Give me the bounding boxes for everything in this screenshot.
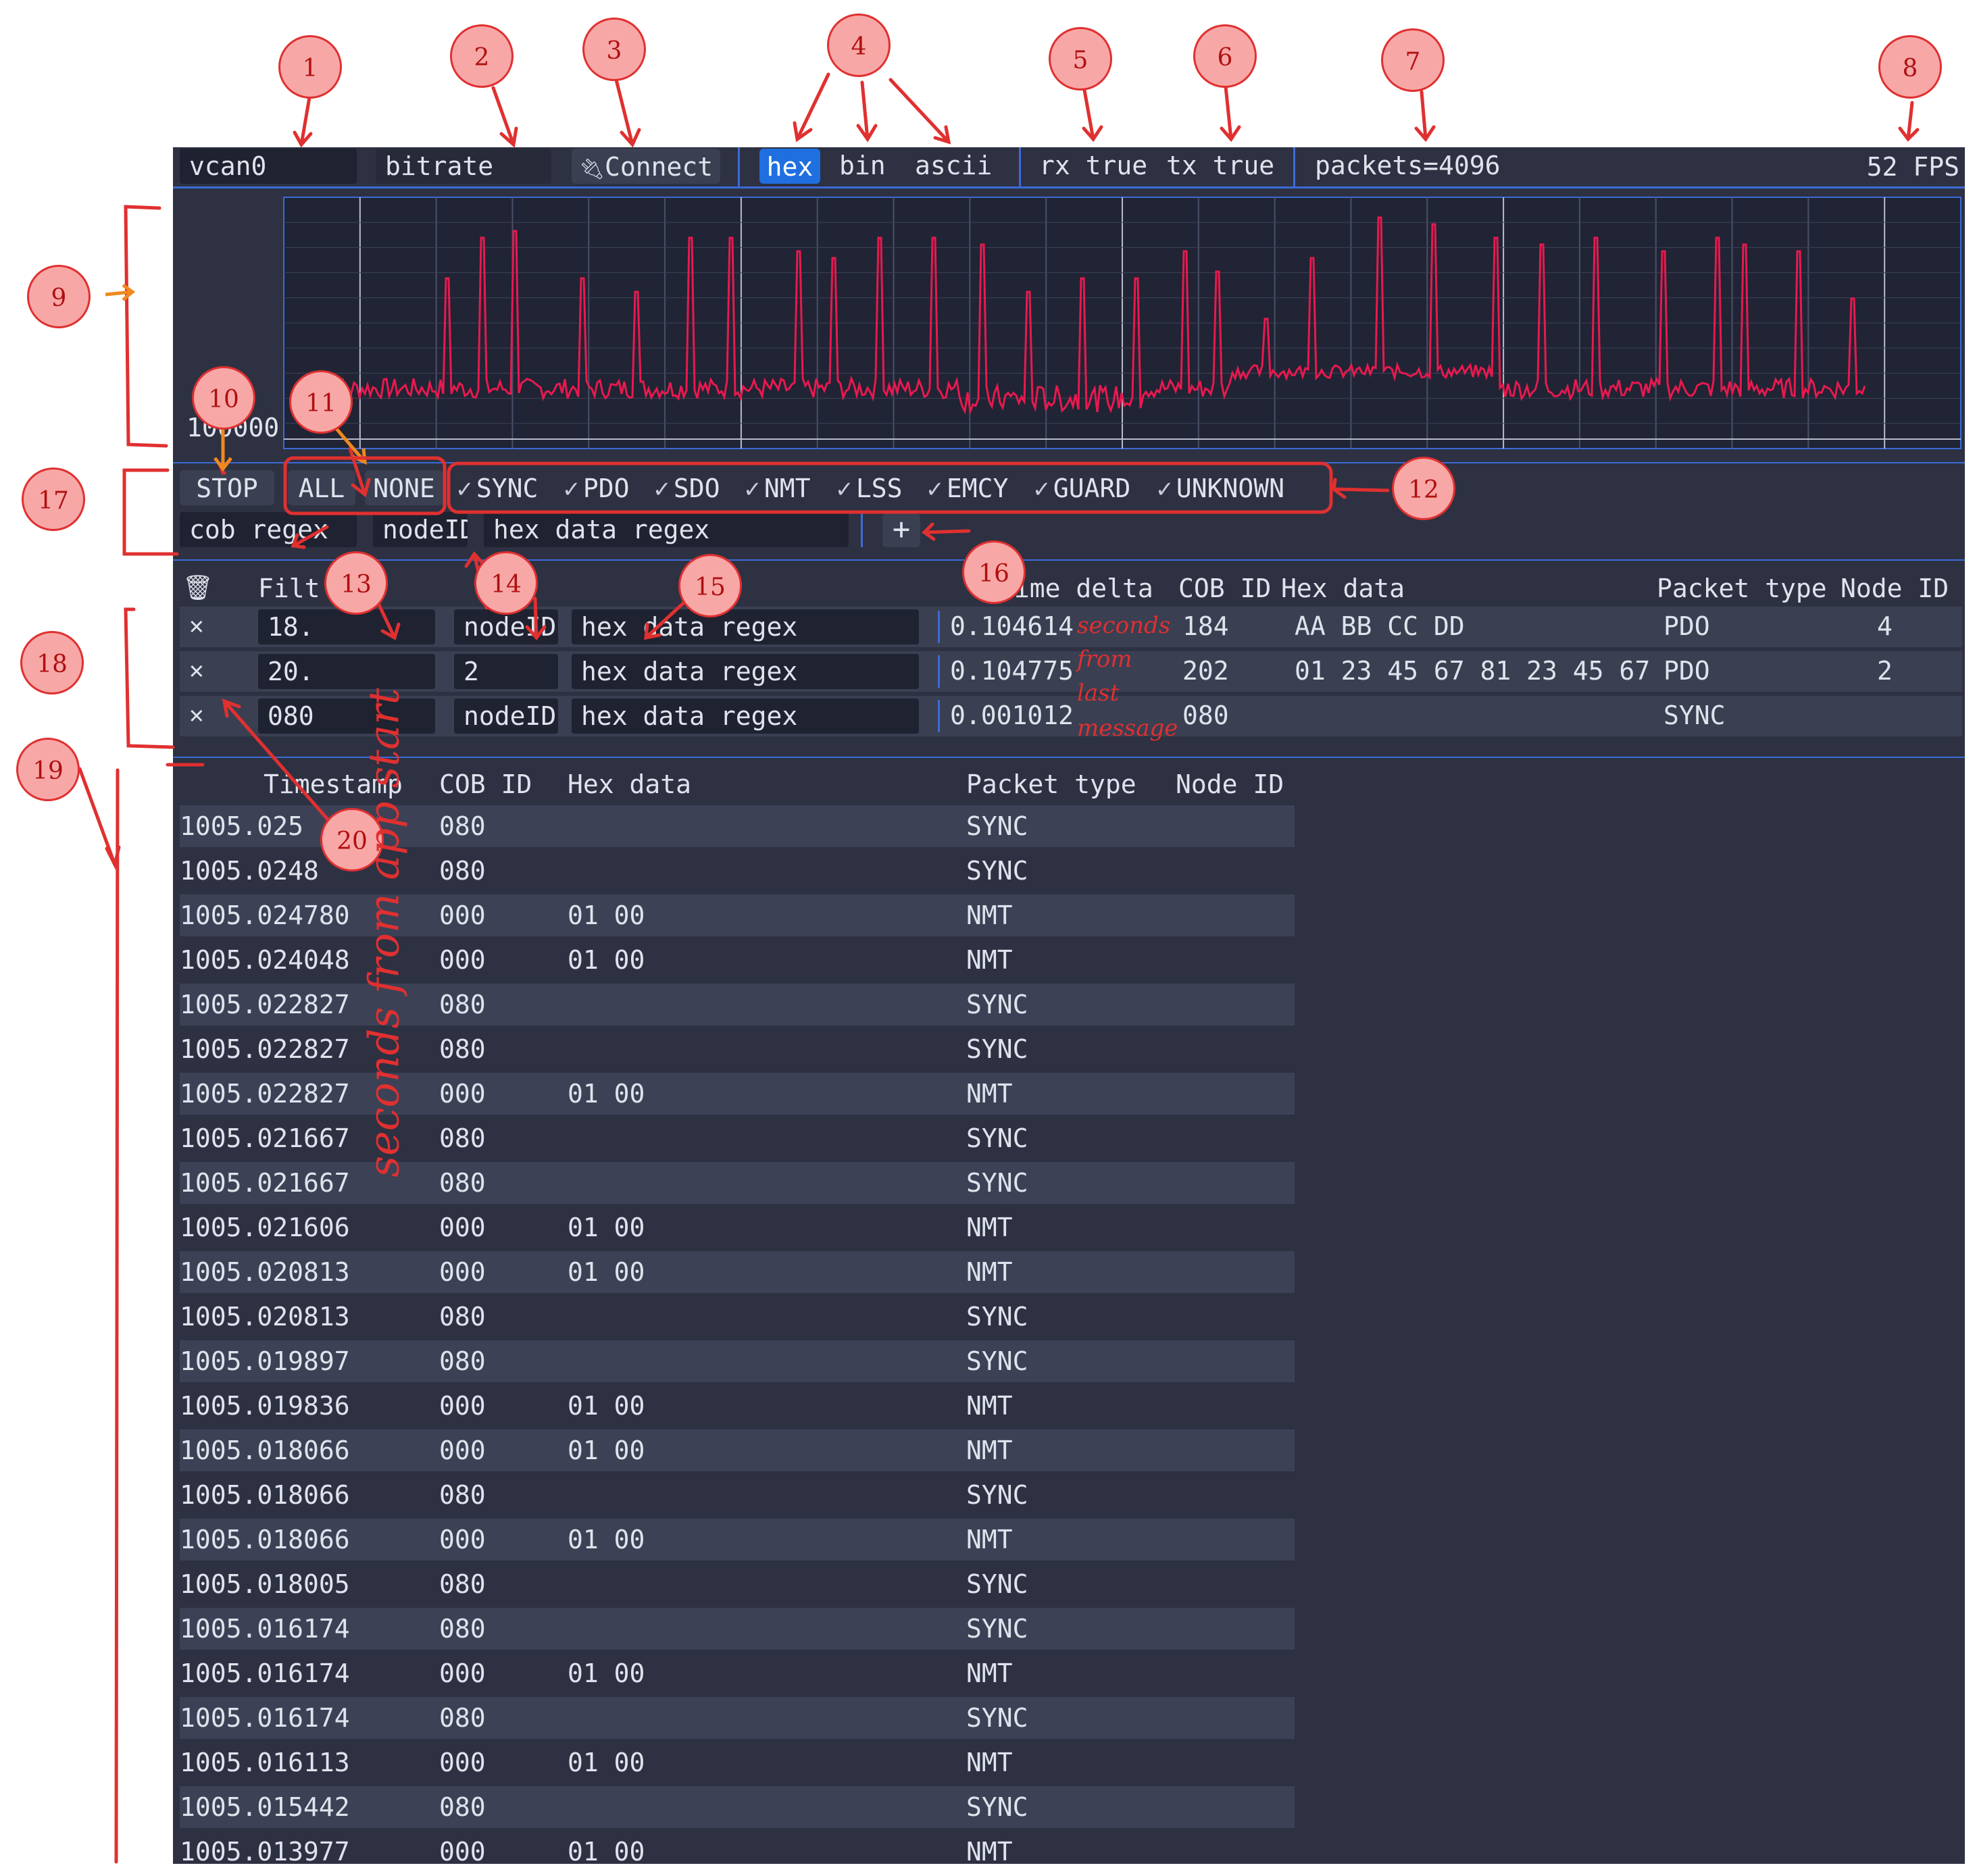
annotation-marker-16: 16 <box>962 540 1026 604</box>
annotation-marker-10: 10 <box>192 366 255 430</box>
annotation-marker-8: 8 <box>1878 35 1942 99</box>
annotation-marker-2: 2 <box>450 24 514 88</box>
annotation-marker-3: 3 <box>582 18 646 81</box>
delta-note-line-4: message <box>1077 715 1178 742</box>
annotation-marker-12: 12 <box>1392 457 1455 520</box>
annotation-marker-19: 19 <box>16 738 80 801</box>
annotation-marker-6: 6 <box>1193 24 1257 88</box>
annotation-marker-17: 17 <box>22 467 85 531</box>
annotation-arrows <box>78 72 1920 1864</box>
delta-note-line-2: from <box>1077 646 1132 673</box>
annotation-marker-9: 9 <box>27 265 91 328</box>
delta-note-line-1: seconds <box>1077 612 1171 639</box>
annotation-marker-1: 1 <box>278 35 342 99</box>
annotation-marker-15: 15 <box>678 554 742 617</box>
annotation-marker-7: 7 <box>1381 28 1445 92</box>
annotation-marker-18: 18 <box>20 631 84 694</box>
annotation-marker-13: 13 <box>324 551 388 615</box>
annotation-marker-4: 4 <box>827 14 891 77</box>
annotation-marker-14: 14 <box>474 551 538 615</box>
delta-note-line-3: last <box>1077 680 1120 707</box>
timestamp-note: seconds from app start <box>359 688 409 1177</box>
annotation-marker-11: 11 <box>289 370 353 434</box>
annotation-marker-5: 5 <box>1049 27 1112 91</box>
